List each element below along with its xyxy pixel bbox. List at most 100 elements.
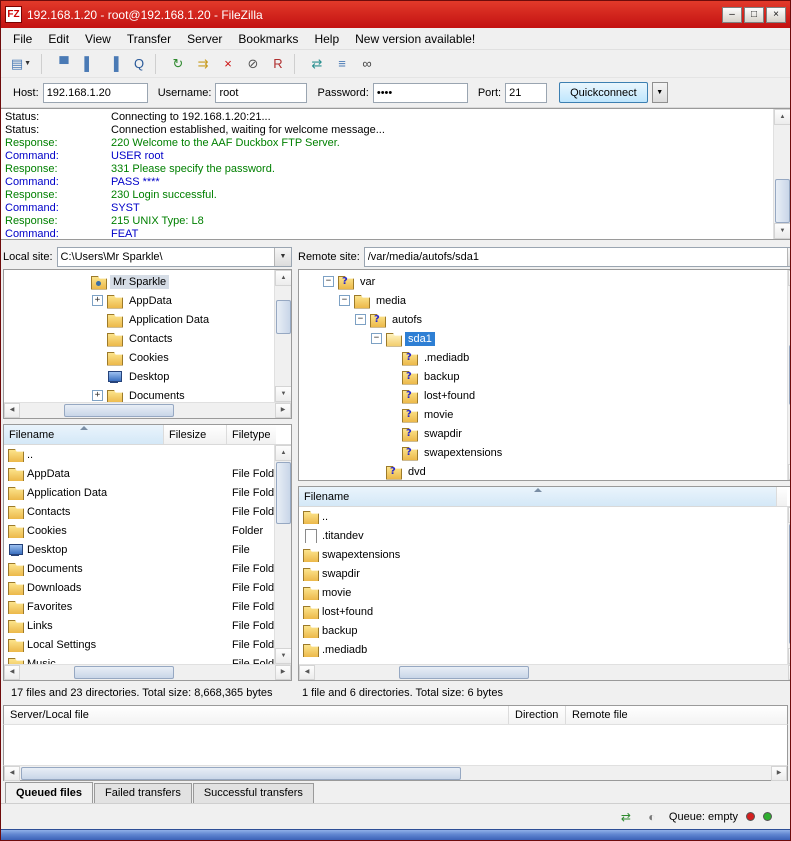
column-header-filename[interactable]: Filename xyxy=(299,487,777,506)
scrollbar-thumb[interactable] xyxy=(775,179,790,223)
sync-browsing-button[interactable]: ≡▼ xyxy=(330,53,354,75)
AppData[interactable]: AppData File Folder xyxy=(4,464,274,483)
Downloads[interactable]: Downloads File Folder xyxy=(4,578,274,597)
Contacts[interactable]: Contacts File Folder xyxy=(4,502,274,521)
minimize-button[interactable]: – xyxy=(722,7,742,23)
maximize-button[interactable]: □ xyxy=(744,7,764,23)
log-scrollbar[interactable]: ▲ ▼ xyxy=(773,109,790,239)
column-header-remote-file[interactable]: Remote file xyxy=(566,706,787,724)
close-button[interactable]: × xyxy=(766,7,786,23)
remote-tree-item[interactable]: swapdir xyxy=(299,424,787,443)
tree-expander-icon[interactable] xyxy=(355,314,366,325)
column-header-filetype[interactable]: Filetype xyxy=(227,425,276,444)
local-path-input[interactable] xyxy=(58,248,274,266)
scroll-right-icon[interactable]: ▶ xyxy=(275,665,291,680)
remote-tree-item[interactable]: .mediadb xyxy=(299,348,787,367)
scrollbar-thumb[interactable] xyxy=(74,666,174,679)
transfer-queue-body[interactable] xyxy=(3,725,788,765)
menu-item[interactable]: Help xyxy=(306,30,347,48)
process-queue-button[interactable]: ⇉▼ xyxy=(191,53,215,75)
combo-dropdown-icon[interactable]: ▼ xyxy=(274,248,291,266)
scroll-right-icon[interactable]: ▶ xyxy=(275,403,291,418)
scroll-down-icon[interactable]: ▼ xyxy=(275,386,292,402)
remote-tree-scrollbar[interactable]: ▲ ▼ xyxy=(787,270,791,480)
local-list-scrollbar[interactable]: ▲ ▼ xyxy=(274,445,291,664)
remote-tree-item[interactable]: backup xyxy=(299,367,787,386)
menu-item[interactable]: Server xyxy=(179,30,230,48)
search-button[interactable]: ∞▼ xyxy=(355,53,379,75)
scroll-left-icon[interactable]: ◀ xyxy=(299,665,315,680)
password-field[interactable] xyxy=(373,83,468,103)
..[interactable]: .. xyxy=(299,507,787,526)
scroll-down-icon[interactable]: ▼ xyxy=(275,648,292,664)
tree-expander-icon[interactable] xyxy=(323,276,334,287)
port-input[interactable] xyxy=(505,83,547,103)
toggle-message-log-button[interactable]: ▀▼ xyxy=(52,53,76,75)
scroll-up-icon[interactable]: ▲ xyxy=(774,109,791,125)
menu-item[interactable]: Bookmarks xyxy=(230,30,306,48)
backup[interactable]: backup xyxy=(299,621,787,640)
scrollbar-thumb[interactable] xyxy=(21,767,461,780)
movie[interactable]: movie xyxy=(299,583,787,602)
scroll-left-icon[interactable]: ◀ xyxy=(4,403,20,418)
scroll-up-icon[interactable]: ▲ xyxy=(275,445,292,461)
Cookies[interactable]: Cookies Folder xyxy=(4,521,274,540)
queue-hscrollbar[interactable]: ◀ ▶ xyxy=(3,765,788,781)
local-tree-item[interactable]: Mr Sparkle xyxy=(4,272,274,291)
.titandev[interactable]: .titandev xyxy=(299,526,787,545)
local-tree-item[interactable]: Contacts xyxy=(4,329,274,348)
remote-tree-item[interactable]: sda1 xyxy=(299,329,787,348)
Desktop[interactable]: Desktop File xyxy=(4,540,274,559)
remote-tree-item[interactable]: media xyxy=(299,291,787,310)
local-tree-item[interactable]: AppData xyxy=(4,291,274,310)
transfer-activity-icon[interactable]: ⇄ xyxy=(617,809,635,825)
cancel-button[interactable]: ×▼ xyxy=(216,53,240,75)
Music[interactable]: Music File Folder xyxy=(4,654,274,664)
menu-item[interactable]: New version available! xyxy=(347,30,483,48)
scroll-down-icon[interactable]: ▼ xyxy=(774,223,791,239)
lost+found[interactable]: lost+found xyxy=(299,602,787,621)
queue-tab[interactable]: Queued files xyxy=(5,782,93,803)
scrollbar-thumb[interactable] xyxy=(276,300,291,334)
remote-list-scrollbar[interactable]: ▲ ▼ xyxy=(787,507,791,664)
combo-dropdown-icon[interactable]: ▼ xyxy=(787,248,791,266)
toggle-remote-tree-button[interactable]: ▐▼ xyxy=(102,53,126,75)
refresh-button[interactable]: ↻▼ xyxy=(166,53,190,75)
title-bar[interactable]: FZ 192.168.1.20 - root@192.168.1.20 - Fi… xyxy=(1,1,790,28)
toggle-queue-button[interactable]: Q▼ xyxy=(127,53,151,75)
scroll-left-icon[interactable]: ◀ xyxy=(4,665,20,680)
menu-item[interactable]: Transfer xyxy=(119,30,179,48)
remote-tree-item[interactable]: dvd xyxy=(299,462,787,480)
Links[interactable]: Links File Folder xyxy=(4,616,274,635)
remote-tree-item[interactable]: autofs xyxy=(299,310,787,329)
compare-button[interactable]: ⇄▼ xyxy=(305,53,329,75)
scroll-left-icon[interactable]: ◀ xyxy=(4,766,20,781)
remote-tree-item[interactable]: lost+found xyxy=(299,386,787,405)
menu-item[interactable]: File xyxy=(5,30,40,48)
Documents[interactable]: Documents File Folder xyxy=(4,559,274,578)
column-header-filename[interactable]: Filename xyxy=(4,425,164,444)
tree-expander-icon[interactable] xyxy=(92,390,103,401)
Favorites[interactable]: Favorites File Folder xyxy=(4,597,274,616)
remote-tree-item[interactable]: swapextensions xyxy=(299,443,787,462)
local-tree-hscrollbar[interactable]: ◀ ▶ xyxy=(4,402,291,418)
scrollbar-thumb[interactable] xyxy=(276,462,291,524)
local-tree-item[interactable]: Documents xyxy=(4,386,274,402)
column-header-local-file[interactable]: Server/Local file xyxy=(4,706,509,724)
tree-expander-icon[interactable] xyxy=(339,295,350,306)
menu-item[interactable]: View xyxy=(77,30,119,48)
host-input[interactable] xyxy=(43,83,148,103)
scrollbar-thumb[interactable] xyxy=(399,666,529,679)
speed-limit-icon[interactable]: ◐ xyxy=(643,809,661,825)
local-tree-item[interactable]: Desktop xyxy=(4,367,274,386)
site-manager-button[interactable]: ▤▼ xyxy=(5,53,37,75)
queue-tab[interactable]: Failed transfers xyxy=(94,783,192,803)
quickconnect-dropdown-button[interactable]: ▼ xyxy=(652,82,668,103)
remote-path-input[interactable] xyxy=(365,248,787,266)
remote-tree-item[interactable]: movie xyxy=(299,405,787,424)
.mediadb[interactable]: .mediadb xyxy=(299,640,787,659)
disconnect-button[interactable]: ⊘▼ xyxy=(241,53,265,75)
reconnect-button[interactable]: R▼ xyxy=(266,53,290,75)
Application Data[interactable]: Application Data File Folder xyxy=(4,483,274,502)
column-header-direction[interactable]: Direction xyxy=(509,706,566,724)
